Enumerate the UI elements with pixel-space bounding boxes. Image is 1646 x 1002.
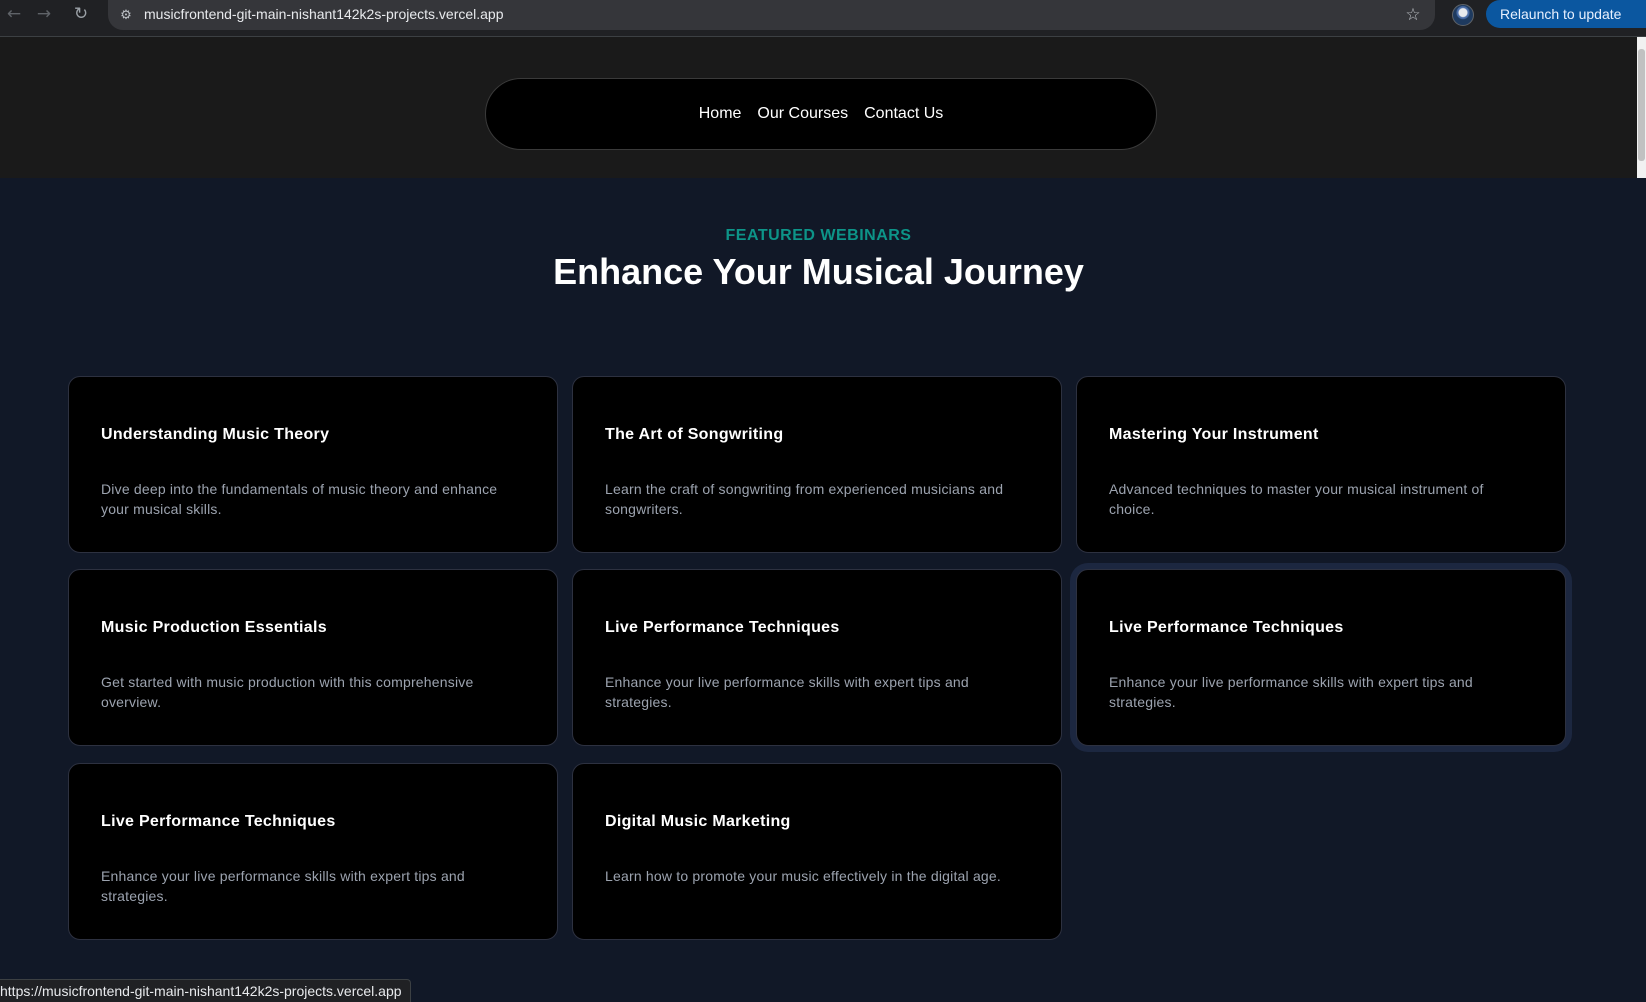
webinar-title: The Art of Songwriting (605, 426, 784, 443)
webinar-card-hovered[interactable]: Live Performance Techniques Enhance your… (1076, 569, 1566, 746)
webinar-description: Enhance your live performance skills wit… (1109, 674, 1473, 710)
webinar-description: Learn the craft of songwriting from expe… (605, 481, 1004, 517)
forward-icon[interactable]: → (30, 0, 58, 28)
webinar-card[interactable]: Mastering Your Instrument Advanced techn… (1076, 376, 1566, 553)
webinar-description: Enhance your live performance skills wit… (605, 674, 969, 710)
webinar-card[interactable]: Music Production Essentials Get started … (68, 569, 558, 746)
nav-link-our-courses[interactable]: Our Courses (757, 105, 848, 123)
nav-link-home[interactable]: Home (699, 105, 742, 123)
webinar-title: Live Performance Techniques (605, 619, 840, 636)
section-title: Enhance Your Musical Journey (553, 251, 1084, 292)
link-status-bar: https://musicfrontend-git-main-nishant14… (0, 979, 411, 1002)
nav-link-contact-us[interactable]: Contact Us (864, 105, 943, 123)
site-header: Home Our Courses Contact Us (0, 37, 1637, 178)
webinar-title: Music Production Essentials (101, 619, 327, 636)
webinar-description: Learn how to promote your music effectiv… (605, 868, 1001, 884)
webinar-card[interactable]: Live Performance Techniques Enhance your… (68, 763, 558, 940)
star-icon[interactable]: ☆ (1401, 3, 1425, 27)
page-scrollbar[interactable] (1637, 37, 1646, 178)
webinar-description: Dive deep into the fundamentals of music… (101, 481, 498, 517)
webinar-description: Advanced techniques to master your music… (1109, 481, 1484, 517)
section-eyebrow: FEATURED WEBINARS (725, 227, 912, 244)
scrollbar-thumb[interactable] (1638, 49, 1645, 161)
back-icon[interactable]: ← (0, 0, 28, 28)
address-bar[interactable]: ⚙ musicfrontend-git-main-nishant142k2s-p… (108, 0, 1435, 30)
webinar-description: Get started with music production with t… (101, 674, 474, 710)
webinar-card[interactable]: Digital Music Marketing Learn how to pro… (572, 763, 1062, 940)
relaunch-button[interactable]: Relaunch to update (1486, 0, 1646, 28)
webinar-title: Digital Music Marketing (605, 813, 791, 830)
webinar-title: Live Performance Techniques (1109, 619, 1344, 636)
webinar-card[interactable]: Live Performance Techniques Enhance your… (572, 569, 1062, 746)
webinar-title: Understanding Music Theory (101, 426, 330, 443)
webinar-title: Mastering Your Instrument (1109, 426, 1319, 443)
url-text[interactable]: musicfrontend-git-main-nishant142k2s-pro… (144, 6, 504, 22)
site-info-icon[interactable]: ⚙ (114, 3, 138, 27)
main-nav: Home Our Courses Contact Us (485, 78, 1157, 150)
browser-toolbar: ← → ↻ ⚙ musicfrontend-git-main-nishant14… (0, 0, 1646, 37)
webinar-description: Enhance your live performance skills wit… (101, 868, 465, 904)
profile-avatar[interactable] (1452, 4, 1474, 26)
webinar-card[interactable]: The Art of Songwriting Learn the craft o… (572, 376, 1062, 553)
reload-icon[interactable]: ↻ (67, 0, 95, 28)
webinar-card[interactable]: Understanding Music Theory Dive deep int… (68, 376, 558, 553)
webinar-title: Live Performance Techniques (101, 813, 336, 830)
